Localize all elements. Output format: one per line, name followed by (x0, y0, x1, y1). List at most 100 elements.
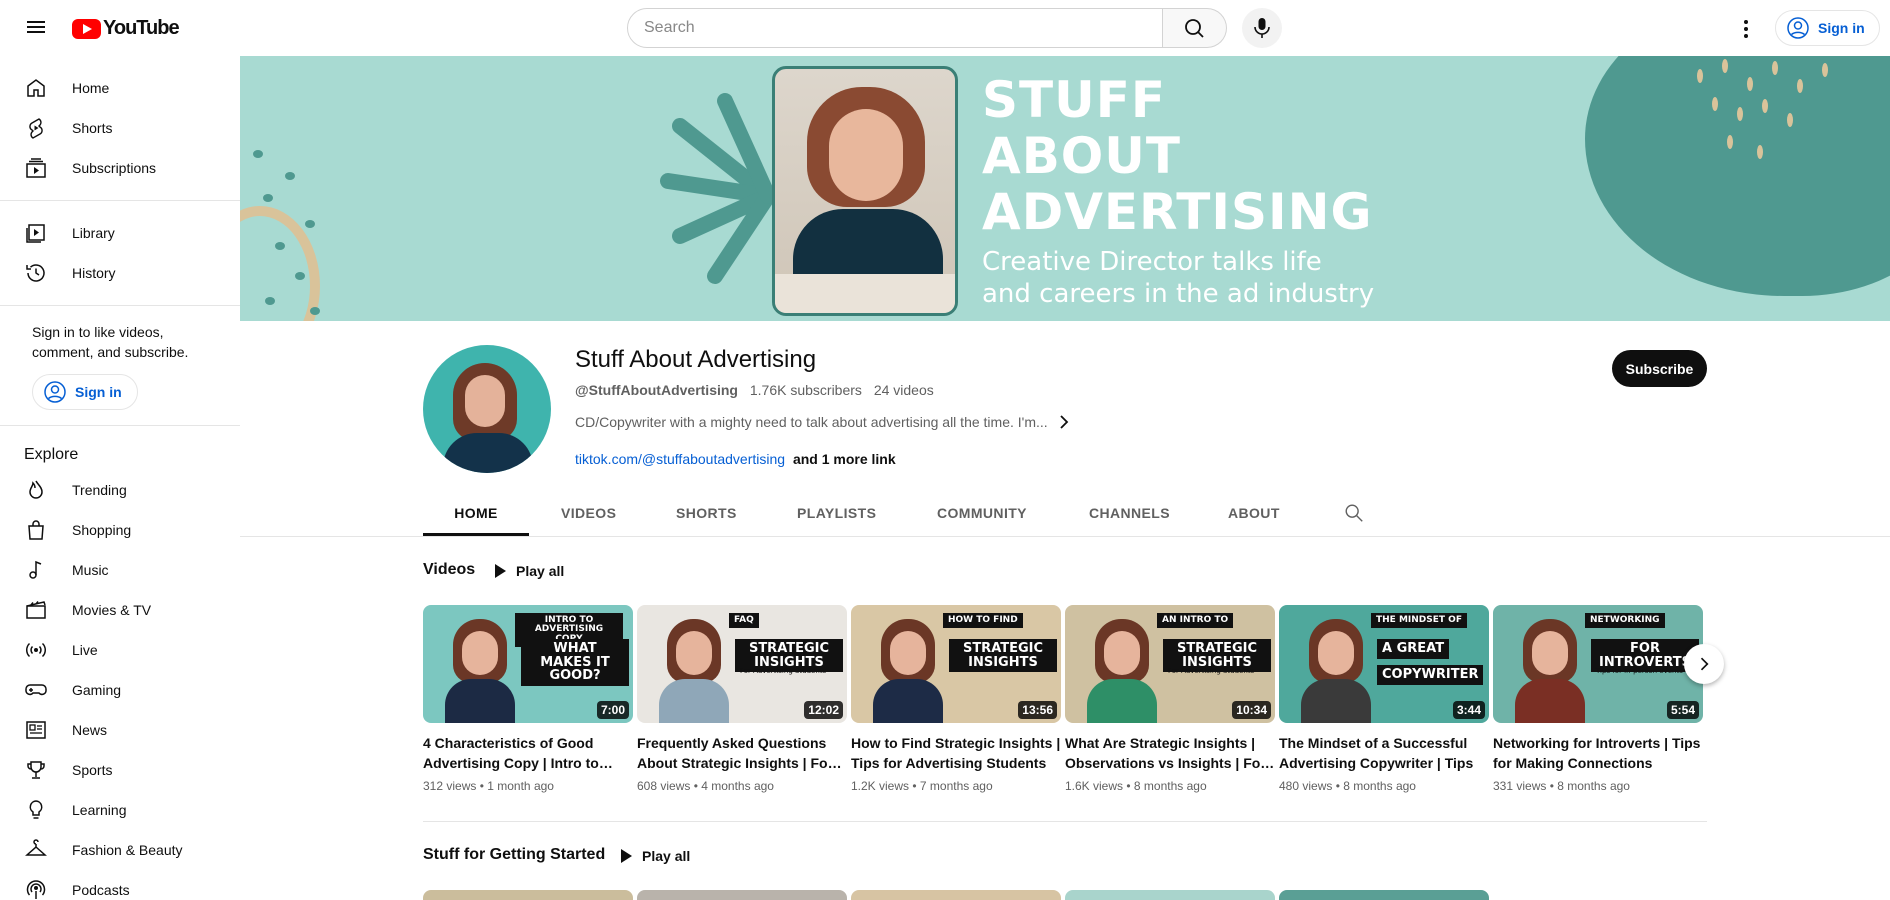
video-title[interactable]: Networking for Introverts | Tips for Mak… (1493, 733, 1703, 773)
thumbnail-presenter (1087, 619, 1157, 723)
sign-in-label: Sign in (1818, 20, 1865, 36)
tab-videos[interactable]: VIDEOS (561, 494, 616, 536)
tab-home[interactable]: HOME (423, 494, 529, 536)
meta-separator: • (1332, 779, 1344, 793)
meta-separator: • (909, 779, 920, 793)
subscriptions-icon (26, 158, 46, 178)
play-all-button[interactable]: Play all (611, 838, 700, 874)
chevron-right-icon (1700, 657, 1709, 671)
account-icon (44, 381, 66, 403)
thumbnail-presenter (1515, 619, 1585, 723)
youtube-logo[interactable]: YouTube (72, 17, 180, 40)
sidebar-item-trending[interactable]: Trending (12, 470, 228, 510)
settings-menu-icon[interactable] (1734, 16, 1758, 40)
video-thumbnail[interactable]: HOW TO FIND STRATEGIC INSIGHTS 13:56 (851, 605, 1061, 723)
sidebar-item-shorts[interactable]: Shorts (12, 108, 228, 148)
video-thumbnail[interactable]: AN INTRO TO STRATEGIC INSIGHTS For Adverti… (1065, 605, 1275, 723)
shelf-title[interactable]: Videos (423, 561, 475, 579)
voice-search-button[interactable] (1242, 8, 1282, 48)
sidebar-sign-in-button[interactable]: Sign in (32, 374, 138, 410)
thumbnail-caption: NETWORKING (1585, 613, 1665, 629)
tab-playlists[interactable]: PLAYLISTS (797, 494, 876, 536)
sidebar-item-label: Music (72, 562, 109, 578)
sidebar-item-music[interactable]: Music (12, 550, 228, 590)
sidebar-item-label: Shorts (72, 120, 113, 136)
sidebar-item-news[interactable]: News (12, 710, 228, 750)
play-all-label: Play all (642, 848, 691, 864)
search-icon (1185, 19, 1204, 38)
sidebar-divider (0, 200, 240, 201)
sidebar-item-label: Learning (72, 802, 127, 818)
video-duration: 5:54 (1666, 701, 1699, 719)
sidebar-item-subscriptions[interactable]: Subscriptions (12, 148, 228, 188)
shelf-title[interactable]: Stuff for Getting Started (423, 846, 605, 864)
sidebar-item-movies[interactable]: Movies & TV (12, 590, 228, 630)
search-button[interactable] (1163, 8, 1227, 48)
play-icon (495, 564, 506, 578)
upload-age: 1 month ago (487, 779, 554, 793)
sidebar-item-gaming[interactable]: Gaming (12, 670, 228, 710)
tab-about[interactable]: ABOUT (1228, 494, 1280, 536)
video-duration: 7:00 (596, 701, 629, 719)
sign-in-button[interactable]: Sign in (1775, 10, 1880, 46)
subscribe-button[interactable]: Subscribe (1612, 350, 1707, 387)
sidebar-item-shopping[interactable]: Shopping (12, 510, 228, 550)
video-thumbnail[interactable] (1279, 890, 1489, 900)
thumbnail-presenter (659, 619, 729, 723)
next-button[interactable] (1684, 644, 1724, 684)
sidebar-item-library[interactable]: Library (12, 213, 228, 253)
shorts-icon (29, 118, 43, 139)
play-all-button[interactable]: Play all (485, 553, 574, 589)
channel-banner: STUFF ABOUT ADVERTISING Creative Directo… (240, 56, 1890, 321)
sidebar-item-live[interactable]: Live (12, 630, 228, 670)
video-title[interactable]: What Are Strategic Insights | Observatio… (1065, 733, 1275, 773)
channel-description[interactable]: CD/Copywriter with a mighty need to talk… (575, 414, 1048, 430)
upload-age: 8 months ago (1343, 779, 1416, 793)
sidebar-item-home[interactable]: Home (12, 68, 228, 108)
video-thumbnail[interactable] (851, 890, 1061, 900)
masthead: YouTube Sign in (0, 0, 1890, 56)
channel-link[interactable]: tiktok.com/@stuffaboutadvertising (575, 451, 785, 467)
video-card[interactable]: HOW TO FIND STRATEGIC INSIGHTS 13:56 How to… (851, 605, 1061, 793)
video-thumbnail[interactable]: THE MINDSET OF A GREAT COPYWRITER 3:44 (1279, 605, 1489, 723)
video-title[interactable]: The Mindset of a Successful Advertising … (1279, 733, 1489, 773)
sidebar-item-learning[interactable]: Learning (12, 790, 228, 830)
learning-icon (29, 800, 43, 819)
sidebar-item-fashion[interactable]: Fashion & Beauty (12, 830, 228, 870)
sidebar-item-podcasts[interactable]: Podcasts (12, 870, 228, 900)
trending-icon (29, 480, 43, 499)
video-meta: 312 views • 1 month ago (423, 779, 633, 793)
more-links[interactable]: and 1 more link (793, 451, 896, 467)
chevron-right-icon[interactable] (1052, 410, 1076, 434)
tab-channels[interactable]: CHANNELS (1089, 494, 1170, 536)
thumbnail-caption: WHAT MAKES IT GOOD? (521, 639, 629, 686)
video-thumbnail[interactable] (423, 890, 633, 900)
sidebar-item-sports[interactable]: Sports (12, 750, 228, 790)
video-meta: 608 views • 4 months ago (637, 779, 847, 793)
movies-icon (26, 601, 46, 619)
video-thumbnail[interactable] (637, 890, 847, 900)
video-title[interactable]: How to Find Strategic Insights | Tips fo… (851, 733, 1061, 773)
thumbnail-caption: HOW TO FIND (943, 613, 1023, 629)
channel-search-icon[interactable] (1343, 502, 1365, 524)
video-thumbnail[interactable]: FAQ STRATEGIC INSIGHTS For Advertising Stu… (637, 605, 847, 723)
video-duration: 3:44 (1452, 701, 1485, 719)
sidebar: Home Shorts Subscriptions Library Histor… (0, 56, 240, 900)
logo-text: YouTube (103, 17, 180, 39)
tab-community[interactable]: COMMUNITY (937, 494, 1027, 536)
channel-name: Stuff About Advertising (575, 346, 817, 373)
video-thumbnail[interactable] (1065, 890, 1275, 900)
tab-shorts[interactable]: SHORTS (676, 494, 737, 536)
video-card[interactable]: INTRO TO ADVERTISING COPYWHAT MAKES IT G… (423, 605, 633, 793)
search-input[interactable] (627, 8, 1163, 48)
video-thumbnail[interactable]: INTRO TO ADVERTISING COPYWHAT MAKES IT G… (423, 605, 633, 723)
video-card[interactable]: THE MINDSET OF A GREAT COPYWRITER 3:44 The M… (1279, 605, 1489, 793)
video-card[interactable]: FAQ STRATEGIC INSIGHTS For Advertising Stu… (637, 605, 847, 793)
sidebar-item-history[interactable]: History (12, 253, 228, 293)
video-card[interactable]: NETWORKING FOR INTROVERTS Tips for in-pers… (1493, 605, 1703, 793)
video-title[interactable]: 4 Characteristics of Good Advertising Co… (423, 733, 633, 773)
video-thumbnail[interactable]: NETWORKING FOR INTROVERTS Tips for in-pers… (1493, 605, 1703, 723)
menu-icon[interactable] (24, 16, 48, 40)
video-card[interactable]: AN INTRO TO STRATEGIC INSIGHTS For Adverti… (1065, 605, 1275, 793)
video-title[interactable]: Frequently Asked Questions About Strateg… (637, 733, 847, 773)
